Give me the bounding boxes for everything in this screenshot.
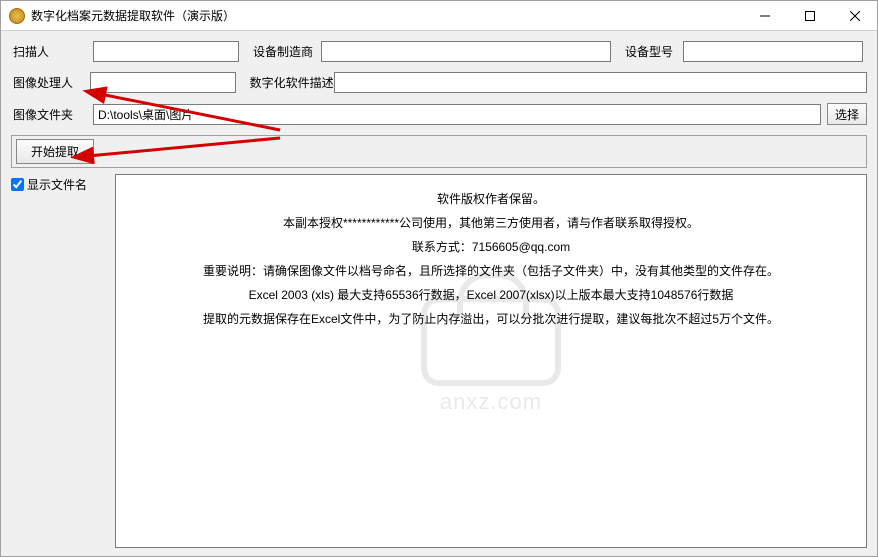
model-input[interactable]	[683, 41, 863, 62]
toolbar: 开始提取	[11, 135, 867, 168]
manufacturer-label: 设备制造商	[251, 43, 321, 60]
scanner-label: 扫描人	[11, 43, 93, 60]
minimize-icon	[760, 11, 770, 21]
software-desc-input[interactable]	[334, 72, 867, 93]
row-folder: 图像文件夹 选择	[11, 103, 867, 125]
close-button[interactable]	[832, 1, 877, 30]
info-panel: anxz.com 软件版权作者保留。 本副本授权************公司使用…	[115, 174, 867, 548]
folder-input[interactable]	[93, 104, 821, 125]
row-scanner: 扫描人 设备制造商 设备型号	[11, 41, 867, 62]
minimize-button[interactable]	[742, 1, 787, 30]
show-filename-label: 显示文件名	[27, 176, 87, 193]
window-title: 数字化档案元数据提取软件（演示版）	[31, 7, 742, 24]
app-window: 数字化档案元数据提取软件（演示版） 扫描人 设备制造商 设备型号 图像处理人	[0, 0, 878, 557]
info-line: 本副本授权************公司使用，其他第三方使用者，请与作者联系取得授…	[126, 211, 856, 235]
info-line: 提取的元数据保存在Excel文件中，为了防止内存溢出，可以分批次进行提取，建议每…	[126, 307, 856, 331]
show-filename-checkbox[interactable]	[11, 178, 24, 191]
choose-button[interactable]: 选择	[827, 103, 867, 125]
info-line: 重要说明：请确保图像文件以档号命名，且所选择的文件夹（包括子文件夹）中，没有其他…	[126, 259, 856, 283]
show-filename-checkbox-wrap[interactable]: 显示文件名	[11, 176, 107, 193]
folder-label: 图像文件夹	[11, 106, 93, 123]
bottom-row: 显示文件名 anxz.com 软件版权作者保留。 本副本授权**********…	[11, 174, 867, 548]
row-processor: 图像处理人 数字化软件描述	[11, 72, 867, 93]
processor-input[interactable]	[90, 72, 236, 93]
processor-label: 图像处理人	[11, 74, 90, 91]
maximize-button[interactable]	[787, 1, 832, 30]
titlebar: 数字化档案元数据提取软件（演示版）	[1, 1, 877, 31]
info-line: Excel 2003 (xls) 最大支持65536行数据，Excel 2007…	[126, 283, 856, 307]
info-line: 联系方式：7156605@qq.com	[126, 235, 856, 259]
manufacturer-input[interactable]	[321, 41, 611, 62]
info-line: 软件版权作者保留。	[126, 187, 856, 211]
window-controls	[742, 1, 877, 30]
options-column: 显示文件名	[11, 174, 107, 548]
app-icon	[9, 8, 25, 24]
scanner-input[interactable]	[93, 41, 239, 62]
model-label: 设备型号	[623, 43, 683, 60]
extract-button[interactable]: 开始提取	[16, 139, 94, 164]
maximize-icon	[805, 11, 815, 21]
close-icon	[850, 11, 860, 21]
software-desc-label: 数字化软件描述	[248, 74, 334, 91]
content-area: 扫描人 设备制造商 设备型号 图像处理人 数字化软件描述 图像文件夹 选择 开始…	[1, 31, 877, 556]
